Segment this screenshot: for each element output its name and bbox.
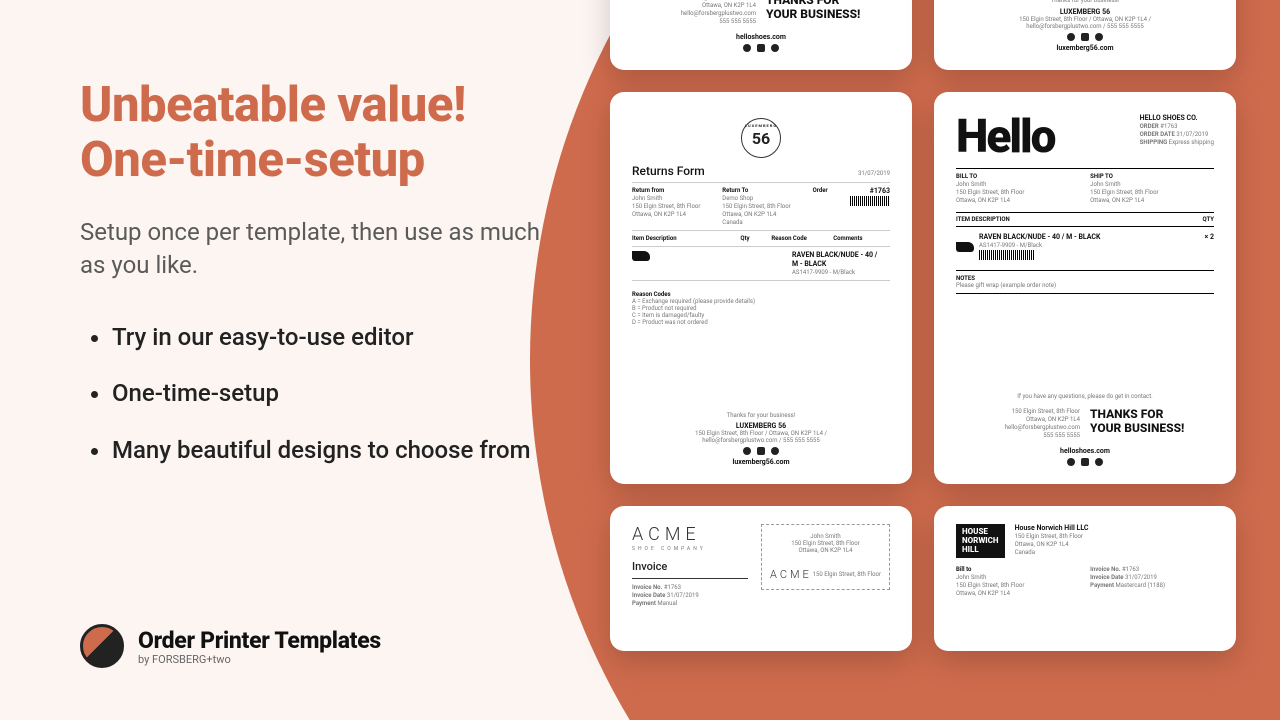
brand-lockup: Order Printer Templates by FORSBERG+two [80, 624, 381, 668]
site-link: helloshoes.com [956, 447, 1214, 455]
shipping-label: John Smith 150 Elgin Street, 8th Floor O… [761, 524, 890, 590]
template-card-hello: Hello HELLO SHOES CO. ORDER #1763 ORDER … [934, 92, 1236, 484]
headline-line1: Unbeatable value! [80, 76, 466, 133]
acme-logo: ACME [632, 524, 748, 545]
brand-title: Order Printer Templates [138, 627, 381, 654]
notes-label: NOTES [956, 275, 1214, 282]
brand-name: LUXEMBERG 56 [632, 422, 890, 430]
table-row: RAVEN BLACK/NUDE - 40 / M - BLACK AS1417… [956, 227, 1214, 266]
reason-code: C = Item is damaged/faulty [632, 312, 890, 319]
label: Return To [722, 187, 807, 194]
template-card-acme: ACME SHOE COMPANY Invoice Invoice No. #1… [610, 506, 912, 651]
social-icons [632, 447, 890, 455]
hello-logo: Hello [956, 110, 1055, 164]
luxemberg-logo-icon: 56 [741, 118, 781, 158]
address-line: 150 Elgin Street, 8th Floor / Ottawa, ON… [956, 16, 1214, 23]
reason-code: D = Product was not ordered [632, 319, 890, 326]
feature-list: Try in our easy-to-use editor One-time-s… [80, 321, 550, 466]
site-link: helloshoes.com [632, 33, 890, 41]
thanks-line: YOUR BUSINESS! [766, 8, 890, 21]
reason-code: A = Exchange required (please provide de… [632, 298, 890, 305]
site-link: luxemberg56.com [632, 458, 890, 466]
thanks-line: Thanks for your business! [632, 412, 890, 419]
template-card: If you have any questions, please do get… [610, 0, 912, 70]
social-icons [956, 458, 1214, 466]
site-link: luxemberg56.com [956, 44, 1214, 52]
label: Return from [632, 187, 717, 194]
date: 31/07/2019 [858, 170, 890, 177]
feature-item: Many beautiful designs to choose from [112, 434, 550, 466]
thanks-line: THANKS FOR [766, 0, 890, 7]
template-card-hnh: HOUSENORWICHHILL House Norwich Hill LLC … [934, 506, 1236, 651]
barcode-icon [979, 250, 1034, 260]
template-card-returns: 56 Returns Form 31/07/2019 Return from J… [610, 92, 912, 484]
doc-title: Returns Form [632, 164, 705, 178]
headline-line2: One-time-setup [80, 131, 425, 188]
table-row: RAVEN BLACK/NUDE - 40 / M - BLACK AS1417… [632, 251, 890, 276]
feature-item: Try in our easy-to-use editor [112, 321, 550, 353]
social-icons [956, 33, 1214, 41]
marketing-copy: Unbeatable value! One-time-setup Setup o… [80, 78, 550, 490]
doc-title: Invoice [632, 560, 748, 573]
brand-logo-icon [80, 624, 124, 668]
notes-text: Please gift wrap (example order note) [956, 282, 1214, 289]
contact-line: hello@forsbergplustwo.com / 555 555 5555 [956, 23, 1214, 30]
feature-item: One-time-setup [112, 377, 550, 409]
headline: Unbeatable value! One-time-setup [80, 78, 550, 188]
social-icons [632, 44, 890, 52]
hnh-logo: HOUSENORWICHHILL [956, 524, 1005, 558]
barcode-icon [850, 196, 890, 206]
brand-subtitle: by FORSBERG+two [138, 653, 381, 666]
template-showcase: If you have any questions, please do get… [610, 0, 1250, 720]
footer-address: 150 Elgin Street, 8th Floor Ottawa, ON K… [632, 0, 756, 25]
template-card: D = Product was not ordered Thanks for y… [934, 0, 1236, 70]
brand-name: LUXEMBERG 56 [956, 8, 1214, 16]
shoe-icon [632, 251, 650, 261]
table-header: Item Description Qty Reason Code Comment… [632, 235, 890, 242]
subheadline: Setup once per template, then use as muc… [80, 216, 550, 283]
reason-code: B = Product not required [632, 305, 890, 312]
shoe-icon [956, 242, 974, 252]
reason-codes-title: Reason Codes [632, 291, 890, 298]
